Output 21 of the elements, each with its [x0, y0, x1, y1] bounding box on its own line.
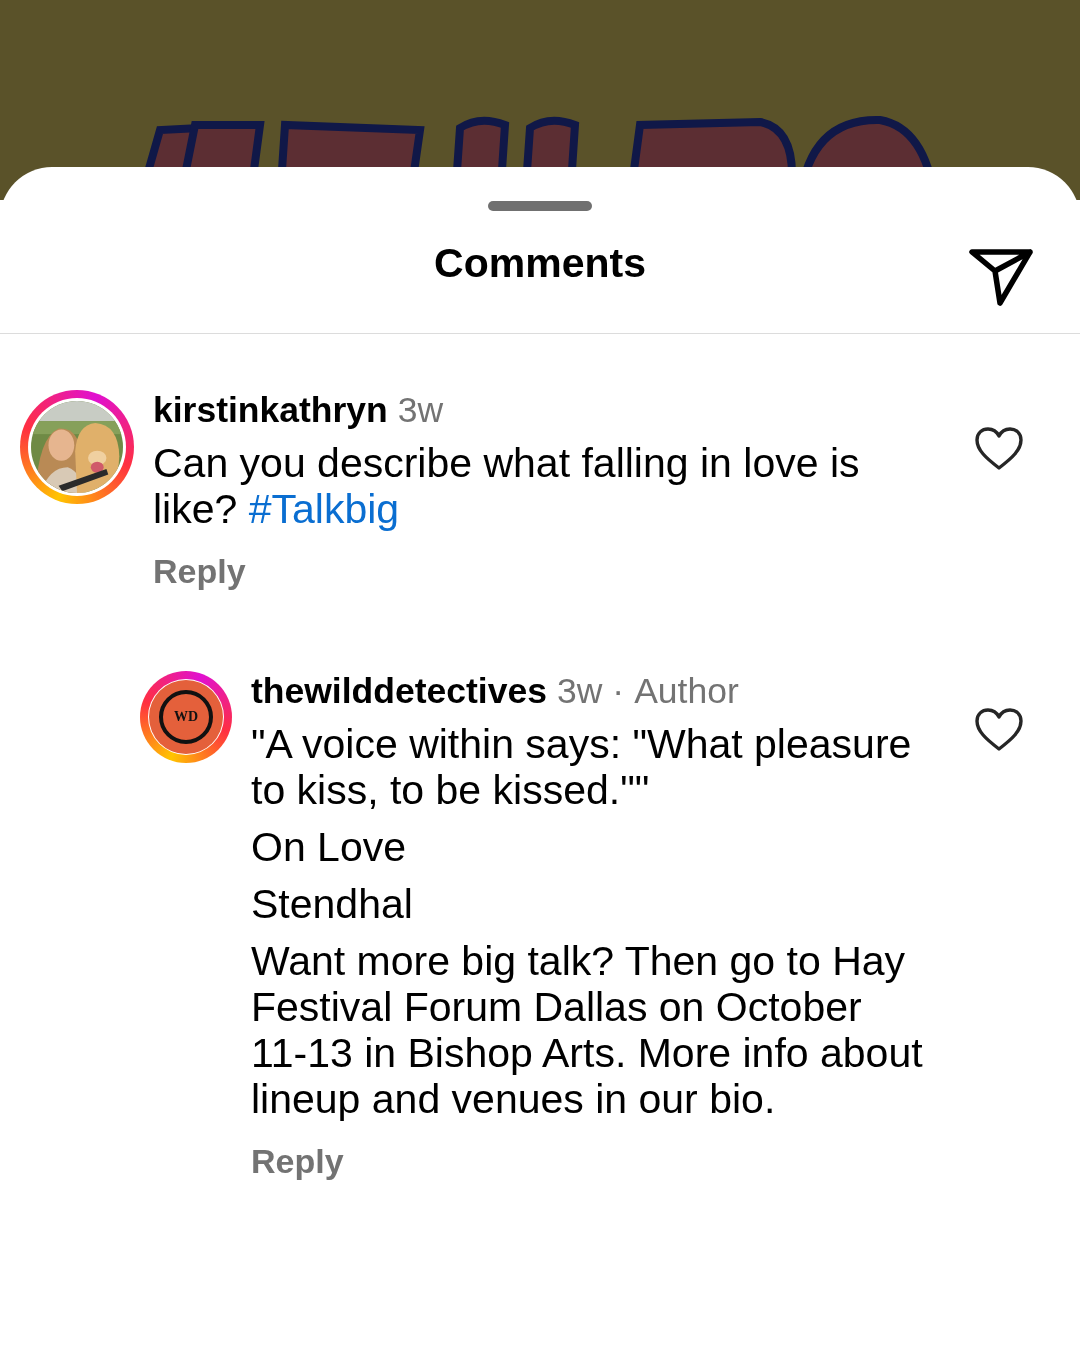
timestamp: 3w	[397, 390, 444, 430]
comment-text: Stendhal	[251, 881, 414, 927]
timestamp: 3w	[556, 671, 603, 711]
comment-text: Want more big talk? Then go to Hay Festival Forum Dallas on October 11-13 in Bishop Arts. More info about lineup and venues in our bio.	[251, 938, 923, 1122]
logo-text: WD	[173, 709, 199, 725]
avatar-story-ring[interactable]: WD	[140, 671, 232, 763]
username[interactable]: kirstinkathryn	[153, 390, 388, 430]
comment-text: On Love	[251, 824, 407, 870]
hashtag-link[interactable]: #Talkbig	[248, 486, 400, 532]
send-icon[interactable]	[968, 247, 1034, 307]
comment-text: Can you describe what falling in love is like? #Talkbig	[153, 440, 861, 532]
heart-icon[interactable]	[974, 707, 1024, 753]
author-tag: Author	[634, 671, 739, 711]
reply-link[interactable]: Reply	[251, 1142, 344, 1181]
separator: ·	[612, 671, 625, 711]
heart-icon[interactable]	[974, 426, 1024, 472]
username[interactable]: thewilddetectives	[251, 671, 547, 711]
sheet-title: Comments	[434, 239, 646, 287]
comment-text: "A voice within says: "What pleasure to kiss, to be kissed.""	[251, 721, 913, 813]
reply-link[interactable]: Reply	[153, 552, 246, 591]
drag-handle[interactable]	[488, 201, 592, 211]
